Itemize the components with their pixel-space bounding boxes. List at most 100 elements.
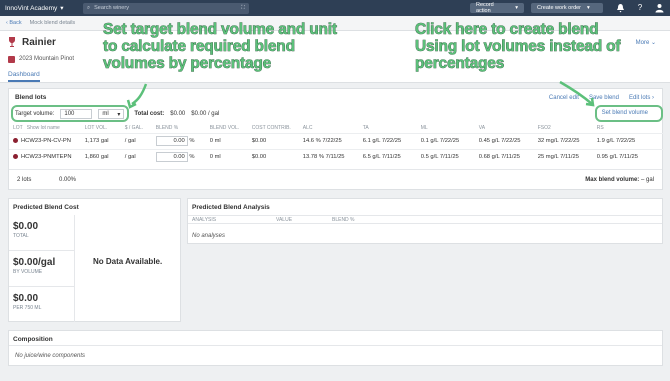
fso2-cell: 32 mg/L 7/22/25 [533, 132, 593, 149]
lots-count: 2 lots [17, 176, 32, 183]
ta-cell: 6.1 g/L 7/22/25 [358, 132, 417, 149]
cancel-edit-link[interactable]: Cancel edit [549, 95, 579, 101]
create-work-order-button[interactable]: Create work order ▾ [531, 3, 603, 13]
back-label: Back [9, 20, 22, 26]
per-gal-cell: / gal [120, 148, 152, 165]
create-work-order-label: Create work order [537, 5, 582, 11]
table-header-row: LOT Show lot name LOT VOL. $ / GAL. BLEN… [9, 124, 664, 133]
blend-pct-cell: 0.00 % [151, 148, 206, 165]
composition-panel: Composition No juice/wine components [8, 330, 663, 366]
blend-vol-cell: 0 ml [205, 148, 248, 165]
per-gal-amount: $0.00/gal [13, 257, 56, 268]
search-placeholder: Search winery [94, 5, 129, 11]
total-cost-amount: $0.00 [13, 221, 39, 232]
search-icon: ⌕ [87, 4, 91, 11]
fso2-cell: 25 mg/L 7/11/25 [533, 148, 593, 165]
cost-figures: $0.00 TOTAL $0.00/gal BY VOLUME $0.00 PE… [9, 215, 75, 322]
blend-pct-input[interactable]: 0.00 [155, 152, 188, 163]
more-menu[interactable]: More ⌄ [636, 39, 656, 46]
lot-code: HCW23-PNMTEPN [21, 154, 72, 161]
no-components-message: No juice/wine components [15, 353, 86, 359]
per-gal-caption: BY VOLUME [13, 269, 43, 275]
edit-lots-label: Edit lots [628, 95, 651, 101]
alc-cell: 14.6 % 7/22/25 [298, 132, 359, 149]
no-analyses-message: No analyses [192, 233, 226, 239]
ta-cell: 6.5 g/L 7/11/25 [358, 148, 417, 165]
user-icon[interactable] [654, 3, 664, 13]
search-input[interactable]: ⌕ Search winery ⛶ [83, 2, 249, 14]
rs-cell: 1.9 g/L 7/22/25 [592, 132, 664, 149]
per-gal-cell: / gal [120, 132, 152, 149]
annotation-left: Set target blend volume and unit to calc… [103, 21, 338, 73]
total-cost-block: $0.00 TOTAL [9, 215, 75, 250]
blend-pct-cell: 0.00 % [151, 132, 206, 149]
col-value: VALUE [276, 217, 293, 223]
brand-name: InnoVint Academy [5, 4, 58, 12]
predicted-blend-analysis-panel: Predicted Blend Analysis ANALYSIS VALUE … [187, 198, 663, 244]
lot-color-icon [13, 137, 18, 143]
col-alc: ALC [302, 125, 313, 132]
col-fso2: FSO2 [537, 125, 551, 132]
lot-cell[interactable]: HCW23-PN-CV-PN [9, 132, 81, 149]
blend-pct-input[interactable]: 0.00 [155, 136, 188, 146]
col-ml: ML [420, 125, 428, 132]
lot-cell[interactable]: HCW23-PNMTEPN [9, 148, 81, 165]
blend-lots-title: Blend lots [15, 94, 47, 101]
composition-divider [9, 345, 662, 346]
col-cost-contrib: COST CONTRIB. [251, 125, 291, 132]
lot-vol-cell: 1,860 gal [80, 148, 121, 165]
total-cost-per-gal: $0.00 / gal [191, 111, 220, 117]
scan-icon[interactable]: ⛶ [241, 5, 245, 12]
page-subtitle: 2023 Mountain Pinot [19, 56, 75, 62]
blend-lots-footer: 2 lots 0.00% Max blend volume: – gal [9, 169, 662, 189]
blend-vol-cell: 0 ml [205, 132, 248, 149]
max-blend-label: Max blend volume: [585, 176, 640, 183]
cost-cell: $0.00 [247, 148, 299, 165]
chevron-down-icon: ▾ [587, 5, 590, 11]
ml-cell: 0.5 g/L 7/11/25 [416, 148, 475, 165]
col-blend-pct: BLEND % [155, 125, 179, 132]
chevron-down-icon: ▾ [515, 5, 518, 11]
ml-cell: 0.1 g/L 7/22/25 [416, 132, 475, 149]
table-row: HCW23-PNMTEPN 1,860 gal / gal 0.00 % 0 m… [9, 148, 664, 165]
tab-dashboard[interactable]: Dashboard [8, 71, 40, 82]
blend-lots-panel: Blend lots Cancel edit Save blend Edit l… [8, 88, 664, 190]
bell-icon[interactable] [615, 3, 625, 13]
cost-panel-title: Predicted Blend Cost [13, 204, 79, 211]
more-label: More [635, 40, 650, 46]
col-lot: LOT [13, 125, 23, 132]
total-cost-label: Total cost: [134, 111, 165, 117]
wine-glass-icon [9, 37, 15, 47]
edit-lots-link[interactable]: Edit lots › [629, 95, 654, 101]
col-va: VA [478, 125, 486, 132]
max-blend-value: – gal [640, 176, 654, 183]
va-cell: 0.68 g/L 7/11/25 [474, 148, 534, 165]
blend-lots-actions: Cancel edit Save blend Edit lots › [549, 95, 654, 101]
col-ta: TA [362, 125, 369, 132]
per-750-caption: PER 750 ML [13, 305, 42, 311]
back-link[interactable]: ‹ Back [6, 20, 22, 26]
record-action-button[interactable]: Record action ▾ [470, 2, 524, 14]
va-cell: 0.45 g/L 7/22/25 [474, 132, 534, 149]
rs-cell: 0.95 g/L 7/11/25 [592, 148, 664, 165]
blend-lots-table: LOT Show lot name LOT VOL. $ / GAL. BLEN… [9, 124, 664, 165]
lot-color-icon [13, 154, 18, 160]
per-gal-block: $0.00/gal BY VOLUME [9, 250, 75, 286]
analysis-table-header: ANALYSIS VALUE BLEND % [188, 215, 662, 224]
vintage-icon [8, 56, 15, 63]
brand-switcher[interactable]: InnoVint Academy ▾ [5, 4, 83, 13]
record-action-label: Record action [476, 2, 494, 14]
lot-vol-cell: 1,173 gal [80, 132, 121, 149]
lot-code: HCW23-PN-CV-PN [21, 138, 71, 145]
save-blend-link[interactable]: Save blend [589, 95, 619, 101]
col-rs: RS [596, 125, 604, 132]
cost-cell: $0.00 [247, 132, 299, 149]
total-cost-value: $0.00 [170, 111, 186, 117]
show-lot-name-link[interactable]: Show lot name [23, 124, 81, 133]
help-icon[interactable]: ? [635, 3, 645, 13]
col-lot-vol: LOT VOL. [84, 125, 108, 132]
pct-unit: % [189, 154, 195, 161]
analysis-panel-title: Predicted Blend Analysis [192, 204, 270, 211]
chevron-down-icon: ▾ [60, 5, 64, 12]
total-cost-caption: TOTAL [13, 233, 29, 239]
